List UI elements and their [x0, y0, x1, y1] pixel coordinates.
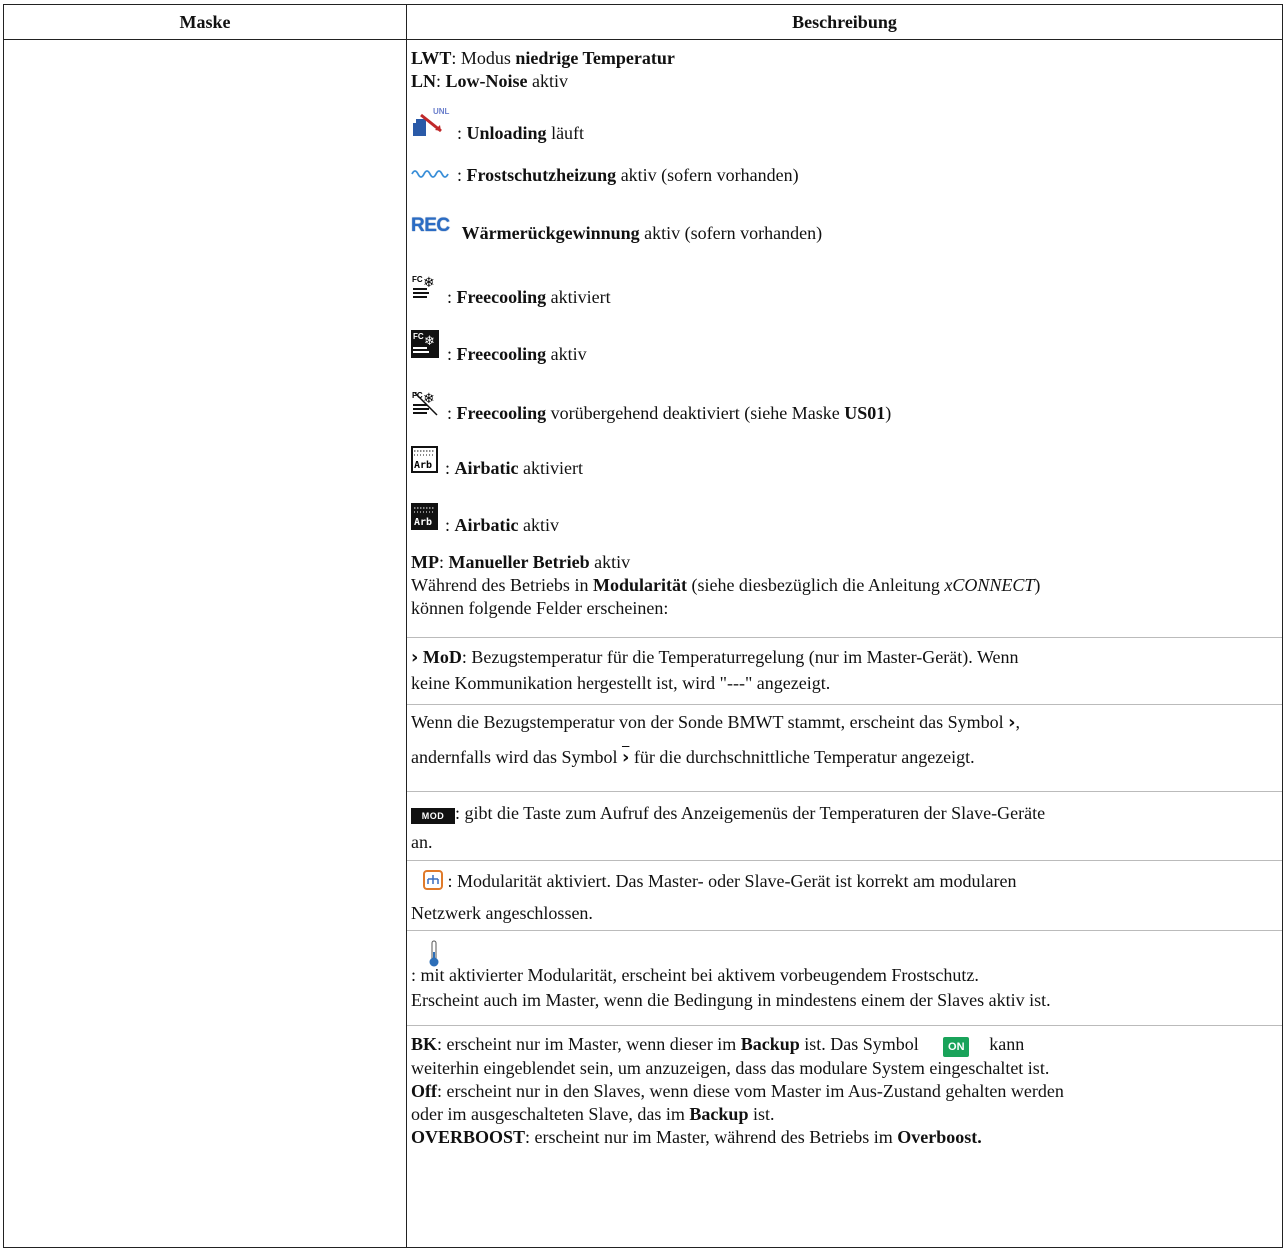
freecooling-active-line: FC ❄ : Freecooling aktiv: [411, 330, 587, 365]
chevron-right-icon: ›: [411, 647, 419, 668]
freecooling-enabled-line: FC ❄ : Freecooling aktiviert: [411, 273, 611, 308]
airbatic-enabled-icon: Arb: [411, 446, 439, 479]
airbatic-active-line: Arb : Airbatic aktiv: [411, 503, 559, 536]
mod-key-icon: MOD: [411, 808, 455, 824]
svg-text:Arb: Arb: [414, 517, 432, 528]
frost-line: : Frostschutzheizung aktiv (sofern vorha…: [411, 165, 799, 186]
freecooling-disabled-line: FC ❄ : Freecooling vorübergehend deaktiv…: [411, 389, 891, 424]
network-paragraph: : Modularität aktiviert. Das Master- ode…: [411, 870, 1017, 923]
chevron-right-icon: ›: [1008, 712, 1016, 733]
average-temp-icon: ›: [621, 747, 630, 768]
freecooling-disabled-icon: FC ❄: [411, 389, 441, 424]
thermometer-paragraph: : mit aktivierter Modularität, erscheint…: [411, 940, 1277, 1012]
unloading-icon: UNL: [411, 105, 451, 144]
bk-off-overboost: BK: erscheint nur im Master, wenn dieser…: [411, 1034, 1064, 1147]
rec-line: REC Wärmerückgewinnung aktiv (sofern vor…: [411, 215, 823, 243]
svg-text:FC: FC: [413, 332, 424, 341]
bmwt-paragraph: Wenn die Bezugstemperatur von der Sonde …: [411, 712, 1021, 768]
svg-text:Arb: Arb: [414, 460, 432, 471]
table: Maske Beschreibung LWT: Modus niedrige T…: [3, 4, 1283, 1248]
header-description: Beschreibung: [792, 12, 897, 32]
svg-text:❄: ❄: [424, 334, 435, 349]
airbatic-active-icon: Arb: [411, 503, 439, 536]
ln-line: LN: Low-Noise aktiv: [411, 71, 569, 91]
unloading-line: UNL : Unloading läuft: [411, 105, 584, 144]
mod-key-paragraph: MOD: gibt die Taste zum Aufruf des Anzei…: [411, 803, 1046, 852]
frost-heater-icon: [411, 165, 451, 186]
freecooling-enabled-icon: FC ❄: [411, 273, 441, 308]
freecooling-active-icon: FC ❄: [411, 330, 441, 365]
svg-text:UNL: UNL: [433, 107, 450, 116]
rec-icon: REC: [411, 215, 450, 236]
mp-and-modularity-intro: MP: Manueller Betrieb aktiv Während des …: [411, 552, 1041, 618]
svg-text:FC: FC: [412, 275, 423, 284]
network-icon: [423, 870, 443, 896]
airbatic-enabled-line: Arb : Airbatic aktiviert: [411, 446, 583, 479]
on-icon: ON: [943, 1037, 970, 1057]
lwt-line: LWT: Modus niedrige Temperatur: [411, 48, 675, 68]
header-mask: Maske: [179, 12, 231, 32]
mod-paragraph: › MoD: Bezugstemperatur für die Temperat…: [411, 647, 1019, 693]
